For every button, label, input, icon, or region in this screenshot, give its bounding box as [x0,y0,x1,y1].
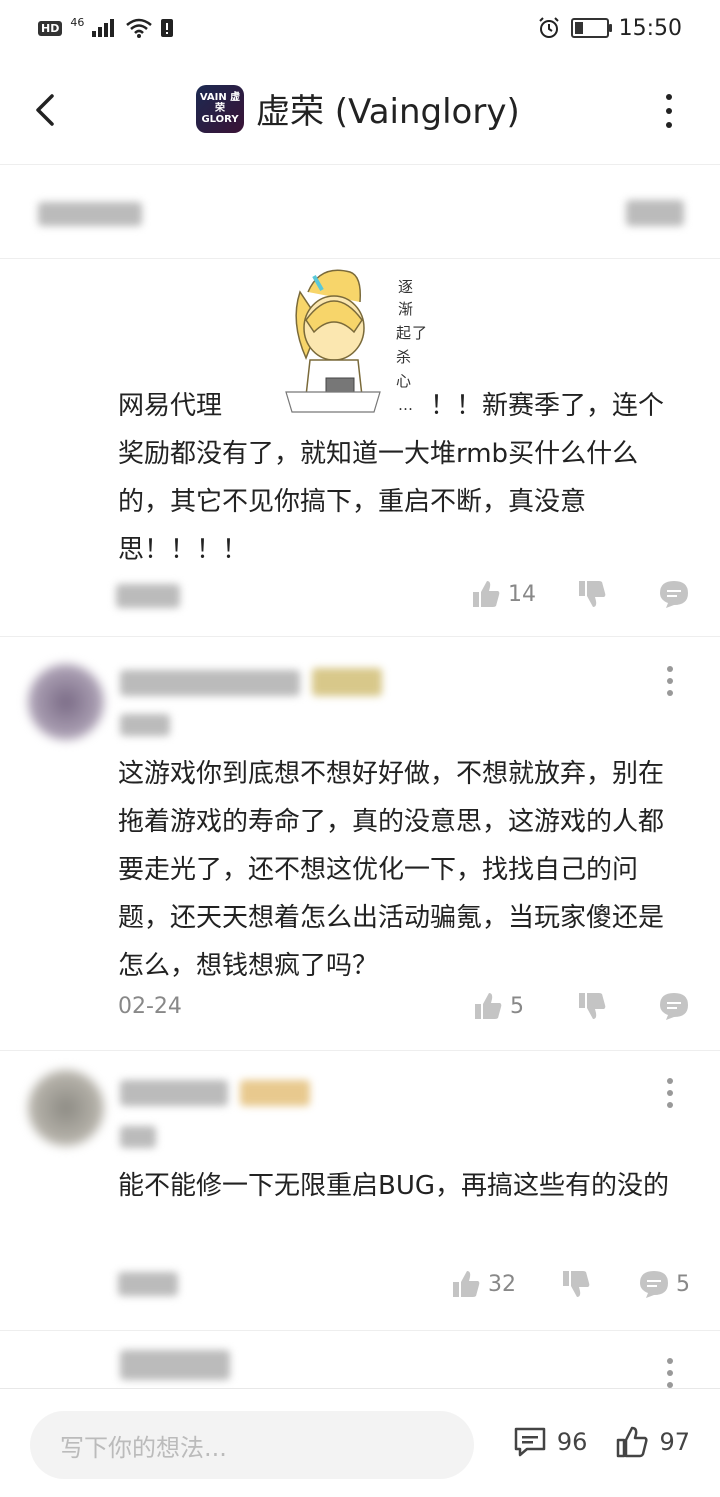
post-text-prefix: 网易代理 [118,391,223,421]
avatar[interactable] [28,1070,104,1146]
blurred-post-date [116,584,180,608]
blurred-badges [312,668,382,696]
battery-icon [570,18,612,38]
comment-button[interactable] [658,990,690,1022]
thumbs-up-icon [473,581,500,607]
app-logo: VAIN 虚荣 GLORY [196,84,244,133]
thumbs-down-icon [579,993,606,1019]
status-time: 15:50 [618,15,682,41]
comment-more-icon[interactable] [666,666,674,696]
comment-date: 02-24 [118,994,182,1019]
bottom-bar: 写下你的想法... 96 97 [0,1388,720,1497]
comment-text: 这游戏你到底想不想好好做，不想就放弃，别在拖着游戏的寿命了，真的没意思，这游戏的… [118,759,665,981]
page-title: 虚荣 (Vainglory) [256,92,520,132]
more-options-icon[interactable] [662,94,676,128]
back-icon[interactable] [26,90,66,130]
message-icon [514,1427,546,1457]
comment-text: 能不能修一下无限重启BUG，再搞这些有的没的 [118,1171,670,1201]
comment-item [0,1330,720,1388]
blurred-comment-date [118,1272,178,1296]
post-text-rest: 奖励都没有了，就知道一大堆rmb买什么什么的，其它不见你搞下，重启不断，真没意思… [118,439,639,565]
thumbs-up-icon [617,1426,649,1458]
thumbs-up-icon [475,993,502,1019]
comment-item: 能不能修一下无限重启BUG，再搞这些有的没的 32 5 [0,1050,720,1331]
blurred-author [38,202,142,226]
wifi-icon [126,18,153,38]
comment-more-icon[interactable] [666,1358,674,1388]
chat-bubble-icon [640,1271,668,1298]
dislike-button[interactable] [576,578,608,610]
post-actions: 14 [470,578,690,610]
blurred-username [120,1080,228,1106]
blurred-username [120,670,300,696]
thumbs-down-icon [563,1271,590,1297]
sticker-caption-1: 逐 [398,278,413,296]
app-header: VAIN 虚荣 GLORY 虚荣 (Vainglory) [0,56,720,165]
comments-button[interactable]: 96 [513,1425,588,1459]
like-count: 32 [488,1271,516,1297]
alarm-icon [538,17,559,38]
chat-bubble-icon [660,581,688,608]
reply-count: 5 [676,1271,690,1297]
blurred-level [120,714,170,736]
blurred-badges [240,1080,310,1106]
network-label: 46 [70,15,85,29]
like-count: 14 [508,581,536,607]
like-button[interactable]: 5 [472,990,524,1022]
thumbs-up-icon [453,1271,480,1297]
blurred-level [120,1126,156,1148]
blurred-username [120,1350,230,1380]
comment-actions: 5 [472,990,690,1022]
comment-item: 这游戏你到底想不想好好做，不想就放弃，别在拖着游戏的寿命了，真的没意思，这游戏的… [0,636,720,1051]
like-button[interactable]: 14 [470,578,536,610]
like-post-button[interactable]: 97 [615,1425,690,1459]
svg-text:起: 起 [396,324,411,342]
comment-input[interactable]: 写下你的想法... [30,1411,474,1479]
dislike-button[interactable] [576,990,608,1022]
like-count: 97 [659,1428,690,1456]
chat-bubble-icon [660,993,688,1020]
comment-button[interactable] [658,578,690,610]
header-title-group[interactable]: VAIN 虚荣 GLORY 虚荣 (Vainglory) [196,84,520,133]
svg-text:了: 了 [412,324,427,342]
like-count: 5 [510,993,524,1019]
app-logo-line1: VAIN 虚荣 [199,92,241,114]
main-post: 逐 渐 起 了 杀 心 … 网易代理 ！！新赛季了，连个 奖励都没有了，就知道一大… [0,258,720,637]
reply-button[interactable]: 5 [638,1268,690,1300]
avatar[interactable] [28,664,104,740]
svg-text:渐: 渐 [398,300,413,318]
comment-actions: 32 5 [450,1268,690,1300]
hd-badge: HD [38,20,63,36]
post-text: 网易代理 ！！新赛季了，连个 奖励都没有了，就知道一大堆rmb买什么什么的，其它不… [118,382,688,574]
comment-count: 96 [556,1428,588,1456]
signal-icon [92,19,115,37]
dislike-button[interactable] [560,1268,592,1300]
app-logo-line2: GLORY [201,114,239,125]
svg-text:杀: 杀 [396,348,411,366]
sim-alert-icon [161,19,174,37]
comment-more-icon[interactable] [666,1078,674,1108]
thumbs-down-icon [579,581,606,607]
blurred-meta [626,200,684,226]
post-meta-row [0,166,720,259]
status-bar: HD 46 15:50 [0,0,720,56]
post-text-suffix: ！！新赛季了，连个 [430,391,665,421]
like-button[interactable]: 32 [450,1268,516,1300]
